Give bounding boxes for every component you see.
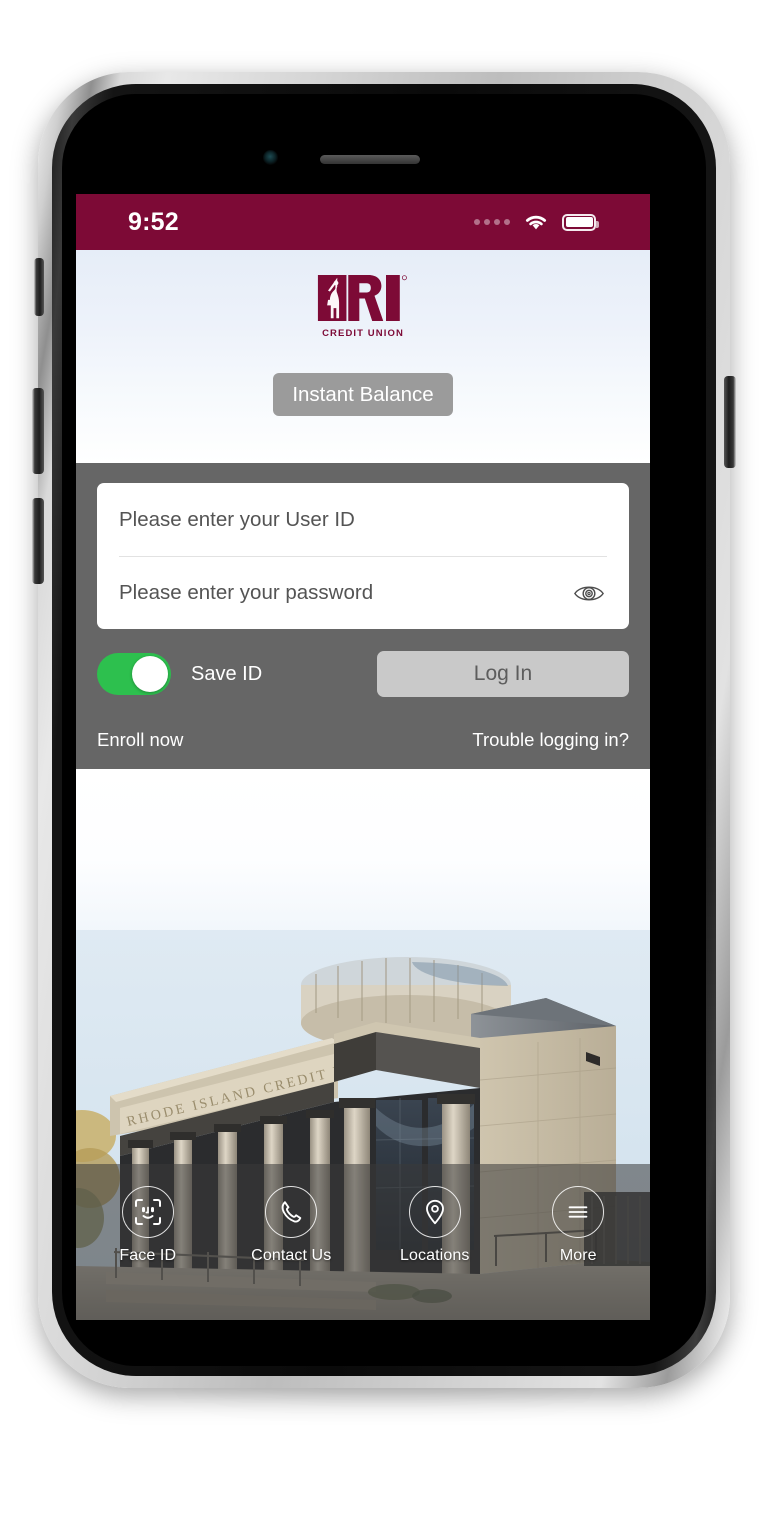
earpiece-speaker bbox=[320, 155, 420, 164]
tab-label: Locations bbox=[400, 1247, 470, 1264]
status-bar-indicators bbox=[474, 212, 599, 232]
building-photo-section: RHODE ISLAND CREDIT UNION Face ID Contac… bbox=[76, 769, 650, 1320]
tab-face-id[interactable]: Face ID bbox=[76, 1186, 220, 1265]
save-id-toggle[interactable] bbox=[97, 653, 171, 695]
map-pin-icon bbox=[408, 1186, 461, 1238]
tab-label: Face ID bbox=[119, 1247, 177, 1264]
tab-label: Contact Us bbox=[251, 1247, 332, 1264]
login-links-row: Enroll now Trouble logging in? bbox=[97, 729, 629, 751]
trouble-logging-in-link[interactable]: Trouble logging in? bbox=[472, 729, 629, 751]
wifi-icon bbox=[523, 212, 549, 232]
mute-switch-button[interactable] bbox=[34, 258, 44, 316]
eye-icon[interactable] bbox=[571, 582, 607, 605]
app-screen: 9:52 CREDIT UNION Instant Balance Please… bbox=[76, 194, 650, 1320]
power-button[interactable] bbox=[724, 376, 736, 468]
logo-subtitle: CREDIT UNION bbox=[322, 328, 404, 339]
password-input[interactable] bbox=[119, 581, 571, 605]
battery-full-icon bbox=[562, 213, 599, 231]
save-id-label: Save ID bbox=[191, 662, 263, 685]
volume-up-button[interactable] bbox=[32, 388, 44, 474]
volume-down-button[interactable] bbox=[32, 498, 44, 584]
tab-contact-us[interactable]: Contact Us bbox=[220, 1186, 364, 1265]
instant-balance-button[interactable]: Instant Balance bbox=[273, 373, 453, 416]
user-id-field-row bbox=[119, 483, 607, 556]
login-controls-row: Save ID Log In bbox=[97, 651, 629, 697]
bottom-tab-bar: Face ID Contact Us Locations More bbox=[76, 1164, 650, 1320]
credentials-card bbox=[97, 483, 629, 629]
face-id-icon bbox=[121, 1186, 174, 1238]
tab-locations[interactable]: Locations bbox=[363, 1186, 507, 1265]
login-panel: Save ID Log In Enroll now Trouble loggin… bbox=[76, 463, 650, 769]
screenshot-root: 9:52 CREDIT UNION Instant Balance Please… bbox=[0, 0, 768, 1515]
user-id-input[interactable] bbox=[119, 507, 607, 532]
log-in-button[interactable]: Log In bbox=[377, 651, 629, 697]
phone-icon bbox=[265, 1186, 318, 1238]
signal-dots-icon bbox=[474, 219, 510, 225]
hamburger-menu-icon bbox=[552, 1186, 605, 1238]
enroll-now-link[interactable]: Enroll now bbox=[97, 729, 183, 751]
tab-more[interactable]: More bbox=[507, 1186, 651, 1265]
front-camera-icon bbox=[263, 150, 278, 165]
hero-section: CREDIT UNION Instant Balance bbox=[76, 250, 650, 463]
ri-logo-icon: CREDIT UNION bbox=[317, 274, 409, 339]
status-bar: 9:52 bbox=[76, 194, 650, 250]
password-field-row bbox=[119, 556, 607, 629]
status-bar-time: 9:52 bbox=[128, 207, 179, 236]
tab-label: More bbox=[559, 1247, 597, 1264]
